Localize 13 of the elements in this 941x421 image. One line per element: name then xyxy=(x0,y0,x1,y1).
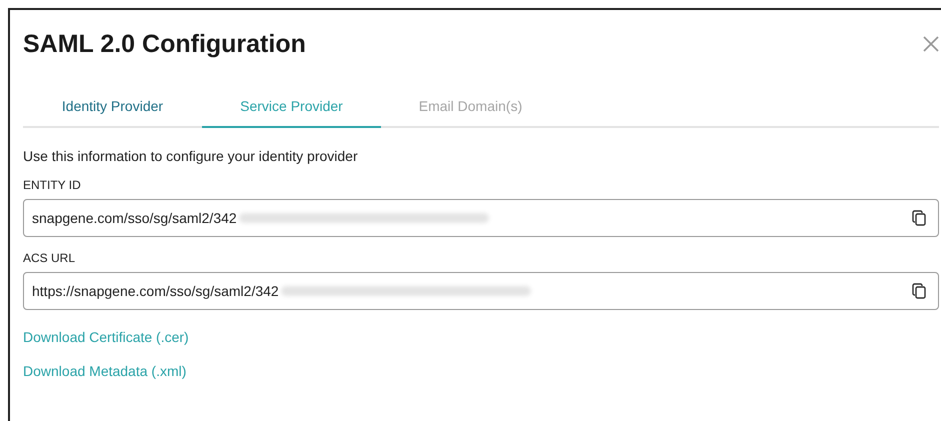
copy-icon[interactable] xyxy=(912,283,926,299)
close-icon[interactable] xyxy=(923,36,939,52)
input-field[interactable]: https://snapgene.com/sso/sg/saml2/342 xyxy=(23,272,939,310)
field-label: ENTITY ID xyxy=(23,178,82,192)
download-link[interactable]: Download Certificate (.cer) xyxy=(23,329,189,345)
download-link[interactable]: Download Metadata (.xml) xyxy=(23,363,186,379)
input-field[interactable]: snapgene.com/sso/sg/saml2/342 xyxy=(23,199,939,237)
intro-text: Use this information to configure your identity provider xyxy=(23,148,359,164)
field-label: ACS URL xyxy=(23,251,76,265)
copy-icon[interactable] xyxy=(912,210,926,226)
dialog-title: SAML 2.0 Configuration xyxy=(23,30,306,58)
tab[interactable]: Service Provider xyxy=(202,92,381,128)
tab[interactable]: Identity Provider xyxy=(23,92,202,128)
